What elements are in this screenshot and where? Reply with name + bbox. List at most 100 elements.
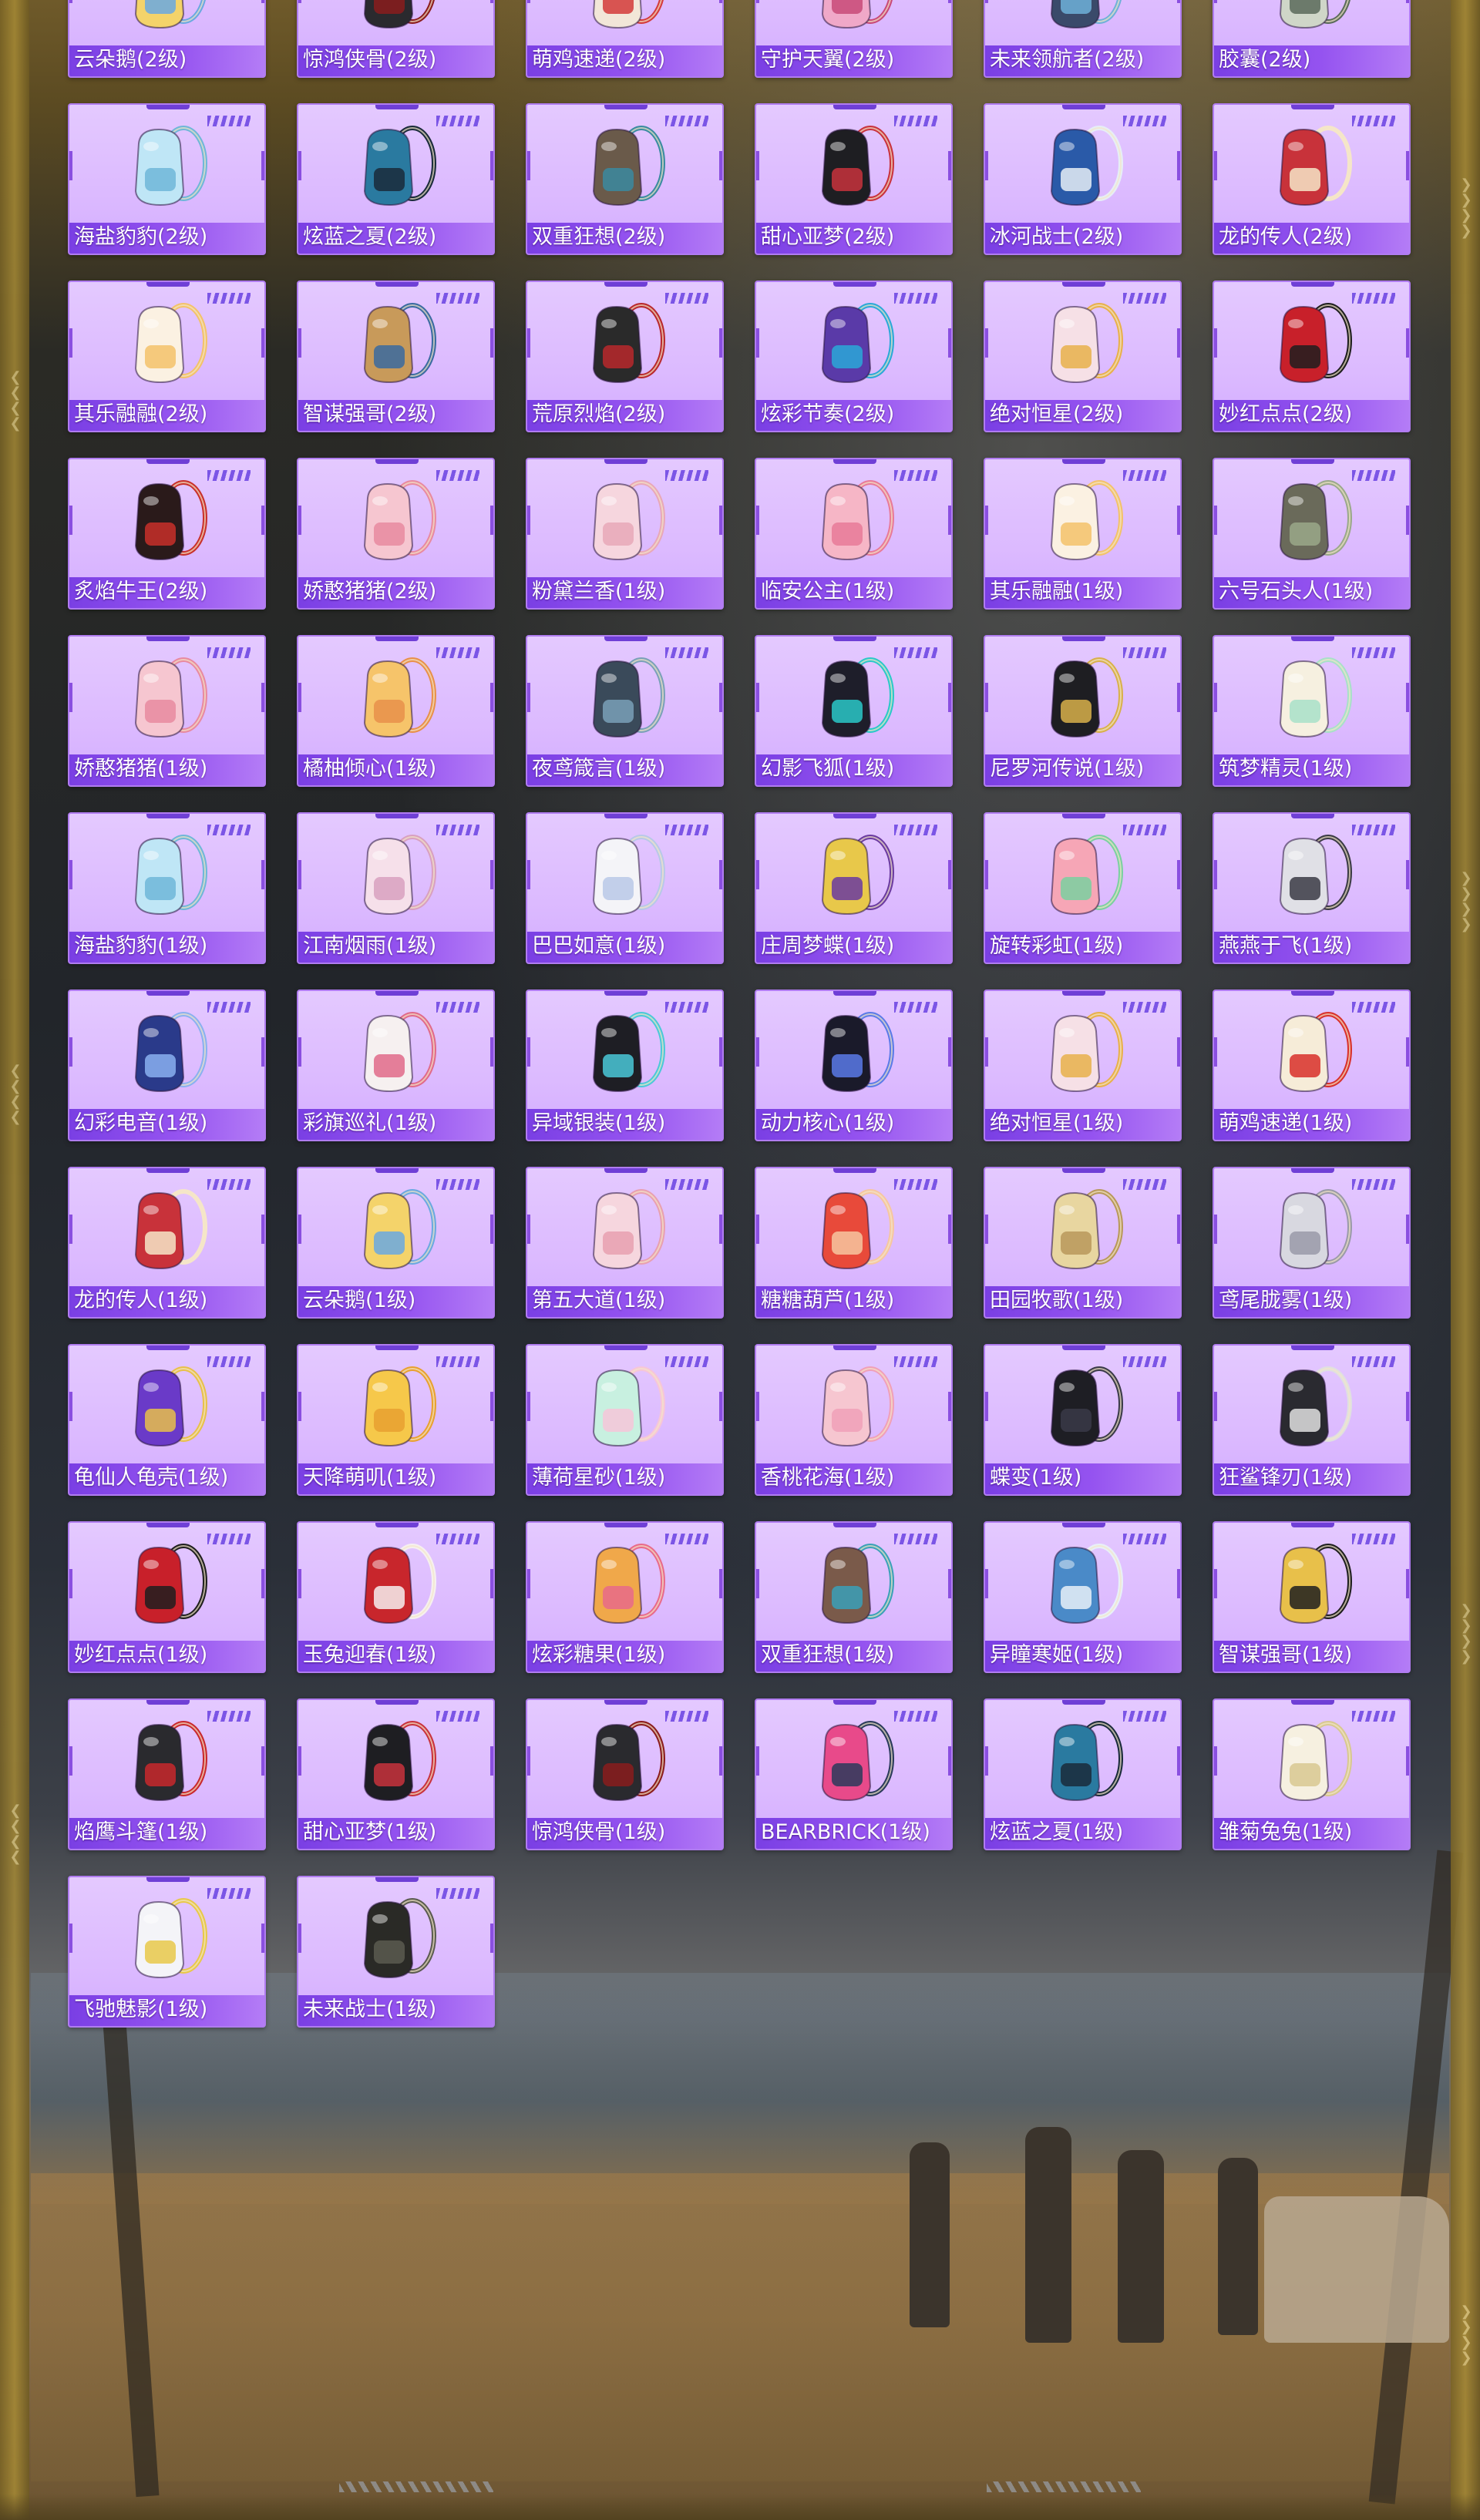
card-edge-marker bbox=[756, 151, 759, 180]
card-top-tab bbox=[1062, 814, 1105, 818]
backpack-item-card[interactable]: 胶囊(2级) bbox=[1213, 0, 1411, 78]
backpack-item-card[interactable]: 未来领航者(2级) bbox=[984, 0, 1182, 78]
card-edge-marker bbox=[719, 506, 722, 535]
backpack-item-card[interactable]: 绝对恒星(1级) bbox=[984, 990, 1182, 1141]
card-edge-marker bbox=[719, 1392, 722, 1421]
backpack-item-card[interactable]: 萌鸡速递(2级) bbox=[526, 0, 724, 78]
card-edge-marker bbox=[948, 683, 951, 712]
item-name-label: 惊鸿侠骨(1级) bbox=[532, 1820, 666, 1844]
backpack-item-card[interactable]: 龟仙人龟壳(1级) bbox=[68, 1344, 266, 1496]
backpack-item-card[interactable]: 动力核心(1级) bbox=[755, 990, 953, 1141]
backpack-item-card[interactable]: 薄荷星砂(1级) bbox=[526, 1344, 724, 1496]
backpack-item-card[interactable]: 雏菊兔兔(1级) bbox=[1213, 1698, 1411, 1850]
backpack-item-card[interactable]: 娇憨猪猪(2级) bbox=[297, 458, 495, 610]
backpack-item-card[interactable]: 炫彩节奏(2级) bbox=[755, 281, 953, 432]
backpack-item-card[interactable]: 双重狂想(1级) bbox=[755, 1521, 953, 1673]
backpack-item-card[interactable]: 尼罗河传说(1级) bbox=[984, 635, 1182, 787]
backpack-item-card[interactable]: 冰河战士(2级) bbox=[984, 103, 1182, 255]
card-edge-marker bbox=[298, 0, 301, 3]
backpack-item-card[interactable]: 香桃花海(1级) bbox=[755, 1344, 953, 1496]
backpack-item-card[interactable]: 炫蓝之夏(1级) bbox=[984, 1698, 1182, 1850]
backpack-item-card[interactable]: 惊鸿侠骨(2级) bbox=[297, 0, 495, 78]
backpack-item-card[interactable]: 六号石头人(1级) bbox=[1213, 458, 1411, 610]
backpack-item-card[interactable]: 娇憨猪猪(1级) bbox=[68, 635, 266, 787]
backpack-item-card[interactable]: 龙的传人(2级) bbox=[1213, 103, 1411, 255]
backpack-item-card[interactable]: 蝶变(1级) bbox=[984, 1344, 1182, 1496]
card-edge-marker bbox=[1406, 1392, 1409, 1421]
backpack-item-card[interactable]: BEARBRICK(1级) bbox=[755, 1698, 953, 1850]
backpack-item-card[interactable]: 守护天翼(2级) bbox=[755, 0, 953, 78]
item-name-label: 其乐融融(2级) bbox=[74, 402, 208, 426]
item-name-label: 炫彩糖果(1级) bbox=[532, 1643, 666, 1667]
backpack-icon bbox=[592, 657, 665, 738]
backpack-icon bbox=[592, 0, 664, 29]
backpack-item-card[interactable]: 橘柚倾心(1级) bbox=[297, 635, 495, 787]
backpack-item-card[interactable]: 夜鸢箴言(1级) bbox=[526, 635, 724, 787]
item-name-label: 焰鹰斗篷(1级) bbox=[74, 1820, 208, 1844]
backpack-item-card[interactable]: 田园牧歌(1级) bbox=[984, 1167, 1182, 1319]
card-top-tab bbox=[604, 814, 648, 818]
backpack-item-card[interactable]: 第五大道(1级) bbox=[526, 1167, 724, 1319]
card-edge-marker bbox=[948, 1392, 951, 1421]
backpack-item-card[interactable]: 燕燕于飞(1级) bbox=[1213, 812, 1411, 964]
backpack-item-card[interactable]: 巴巴如意(1级) bbox=[526, 812, 724, 964]
backpack-item-card[interactable]: 焰鹰斗篷(1级) bbox=[68, 1698, 266, 1850]
card-edge-marker bbox=[261, 151, 264, 180]
backpack-item-card[interactable]: 异瞳寒姬(1级) bbox=[984, 1521, 1182, 1673]
backpack-item-card[interactable]: 旋转彩虹(1级) bbox=[984, 812, 1182, 964]
card-top-tab bbox=[375, 1168, 419, 1173]
backpack-item-card[interactable]: 其乐融融(1级) bbox=[984, 458, 1182, 610]
backpack-item-card[interactable]: 海盐豹豹(1级) bbox=[68, 812, 266, 964]
backpack-item-card[interactable]: 妙红点点(2级) bbox=[1213, 281, 1411, 432]
item-name-label: 天降萌叽(1级) bbox=[303, 1466, 437, 1490]
card-top-tab bbox=[604, 282, 648, 287]
backpack-item-card[interactable]: 炫彩糖果(1级) bbox=[526, 1521, 724, 1673]
item-name-label: 甜心亚梦(2级) bbox=[761, 225, 895, 249]
card-top-tab bbox=[375, 1700, 419, 1705]
backpack-item-card[interactable]: 智谋强哥(1级) bbox=[1213, 1521, 1411, 1673]
backpack-item-card[interactable]: 荒原烈焰(2级) bbox=[526, 281, 724, 432]
backpack-item-card[interactable]: 其乐融融(2级) bbox=[68, 281, 266, 432]
backpack-item-card[interactable]: 妙红点点(1级) bbox=[68, 1521, 266, 1673]
backpack-item-card[interactable]: 炙焰牛王(2级) bbox=[68, 458, 266, 610]
card-top-tab bbox=[604, 1700, 648, 1705]
backpack-icon bbox=[134, 1721, 207, 1802]
backpack-item-card[interactable]: 江南烟雨(1级) bbox=[297, 812, 495, 964]
card-edge-marker bbox=[1177, 151, 1180, 180]
backpack-item-card[interactable]: 云朵鹅(2级) bbox=[68, 0, 266, 78]
backpack-item-card[interactable]: 幻彩电音(1级) bbox=[68, 990, 266, 1141]
card-edge-marker bbox=[756, 1746, 759, 1776]
card-edge-marker bbox=[985, 683, 988, 712]
backpack-item-card[interactable]: 云朵鹅(1级) bbox=[297, 1167, 495, 1319]
item-name-label: 六号石头人(1级) bbox=[1219, 580, 1374, 603]
backpack-item-card[interactable]: 飞驰魅影(1级) bbox=[68, 1876, 266, 2028]
backpack-item-card[interactable]: 玉兔迎春(1级) bbox=[297, 1521, 495, 1673]
card-edge-marker bbox=[1177, 860, 1180, 889]
backpack-item-card[interactable]: 庄周梦蝶(1级) bbox=[755, 812, 953, 964]
item-name-label: 橘柚倾心(1级) bbox=[303, 757, 437, 781]
backpack-item-card[interactable]: 幻影飞狐(1级) bbox=[755, 635, 953, 787]
backpack-item-card[interactable]: 天降萌叽(1级) bbox=[297, 1344, 495, 1496]
backpack-item-card[interactable]: 甜心亚梦(2级) bbox=[755, 103, 953, 255]
backpack-item-card[interactable]: 糖糖葫芦(1级) bbox=[755, 1167, 953, 1319]
backpack-item-card[interactable]: 炫蓝之夏(2级) bbox=[297, 103, 495, 255]
backpack-item-card[interactable]: 绝对恒星(2级) bbox=[984, 281, 1182, 432]
backpack-item-card[interactable]: 惊鸿侠骨(1级) bbox=[526, 1698, 724, 1850]
card-edge-marker bbox=[527, 1392, 530, 1421]
backpack-item-card[interactable]: 未来战士(1级) bbox=[297, 1876, 495, 2028]
backpack-item-card[interactable]: 萌鸡速递(1级) bbox=[1213, 990, 1411, 1141]
card-edge-marker bbox=[69, 683, 72, 712]
backpack-item-card[interactable]: 龙的传人(1级) bbox=[68, 1167, 266, 1319]
backpack-item-card[interactable]: 异域银装(1级) bbox=[526, 990, 724, 1141]
backpack-item-card[interactable]: 甜心亚梦(1级) bbox=[297, 1698, 495, 1850]
backpack-item-card[interactable]: 海盐豹豹(2级) bbox=[68, 103, 266, 255]
backpack-item-card[interactable]: 临安公主(1级) bbox=[755, 458, 953, 610]
backpack-item-card[interactable]: 双重狂想(2级) bbox=[526, 103, 724, 255]
backpack-item-card[interactable]: 彩旗巡礼(1级) bbox=[297, 990, 495, 1141]
backpack-item-card[interactable]: 筑梦精灵(1级) bbox=[1213, 635, 1411, 787]
backpack-item-card[interactable]: 狂鲨锋刃(1级) bbox=[1213, 1344, 1411, 1496]
backpack-item-card[interactable]: 粉黛兰香(1级) bbox=[526, 458, 724, 610]
card-edge-marker bbox=[985, 1215, 988, 1244]
backpack-item-card[interactable]: 智谋强哥(2级) bbox=[297, 281, 495, 432]
backpack-item-card[interactable]: 鸢尾胧雾(1级) bbox=[1213, 1167, 1411, 1319]
